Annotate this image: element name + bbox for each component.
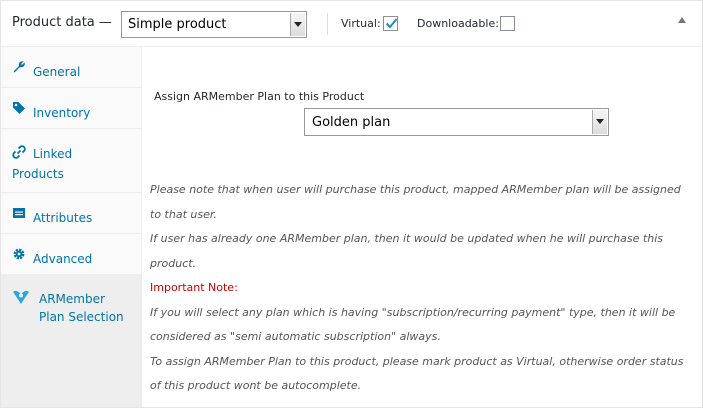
note-line: to that user.: [150, 207, 217, 221]
plan-notes: Please note that when user will purchase…: [150, 178, 695, 399]
plan-select-value: Golden plan: [312, 115, 391, 130]
tab-label: Advanced: [33, 252, 93, 266]
note-line: If you will select any plan which is hav…: [150, 305, 676, 319]
assign-plan-label: Assign ARMember Plan to this Product: [154, 90, 365, 103]
product-data-header: Product data — Simple product Virtual: D…: [1, 1, 702, 47]
tab-label: ARMember: [39, 292, 105, 306]
note-line: considered as "semi automatic subscripti…: [150, 330, 441, 343]
tab-label: General: [33, 65, 81, 79]
virtual-checkbox[interactable]: [383, 16, 398, 31]
note-line: of this product wont be autocomplete.: [150, 379, 362, 392]
armember-icon: [13, 290, 29, 304]
product-type-select[interactable]: Simple product: [121, 11, 307, 38]
note-line: product.: [150, 256, 197, 270]
list-icon: [13, 208, 25, 218]
header-divider: [327, 13, 328, 35]
tab-label: Linked: [33, 147, 73, 161]
plan-select[interactable]: Golden plan: [304, 108, 609, 136]
tab-label: Attributes: [33, 211, 93, 225]
armember-plan-panel: Assign ARMember Plan to this Product Gol…: [142, 47, 702, 407]
tab-label-line2: Plan Selection: [39, 310, 124, 324]
tab-label-line2: Products: [12, 167, 64, 181]
tab-attributes[interactable]: Attributes: [1, 193, 141, 234]
tag-icon: [13, 102, 25, 114]
link-icon: [12, 145, 26, 159]
note-line: If user has already one ARMember plan, t…: [150, 232, 663, 245]
tab-linked-products[interactable]: Linked Products: [1, 129, 141, 193]
important-note-label: Important Note:: [150, 281, 238, 294]
checkmark-icon: [385, 18, 398, 29]
product-data-title: Product data —: [12, 15, 112, 30]
virtual-label: Virtual:: [341, 17, 381, 30]
tab-general[interactable]: General: [1, 47, 141, 88]
chevron-down-icon[interactable]: [592, 110, 607, 134]
tab-label: Inventory: [33, 106, 91, 120]
downloadable-label: Downloadable:: [417, 17, 499, 30]
product-data-tabs: General Inventory Linked Products Attrib…: [1, 47, 142, 407]
product-data-box: Product data — Simple product Virtual: D…: [0, 0, 703, 408]
product-type-value: Simple product: [128, 17, 227, 32]
note-line: Please note that when user will purchase…: [150, 183, 681, 196]
tab-advanced[interactable]: Advanced: [1, 234, 141, 275]
chevron-down-icon[interactable]: [290, 13, 305, 36]
tab-inventory[interactable]: Inventory: [1, 88, 141, 129]
triangle-up-icon[interactable]: [678, 17, 686, 23]
note-line: To assign ARMember Plan to this product,…: [150, 354, 684, 368]
downloadable-checkbox[interactable]: [500, 16, 515, 31]
gear-icon: [13, 248, 25, 260]
wrench-icon: [13, 61, 25, 73]
tab-armember-plan-selection[interactable]: ARMember Plan Selection: [1, 275, 141, 407]
